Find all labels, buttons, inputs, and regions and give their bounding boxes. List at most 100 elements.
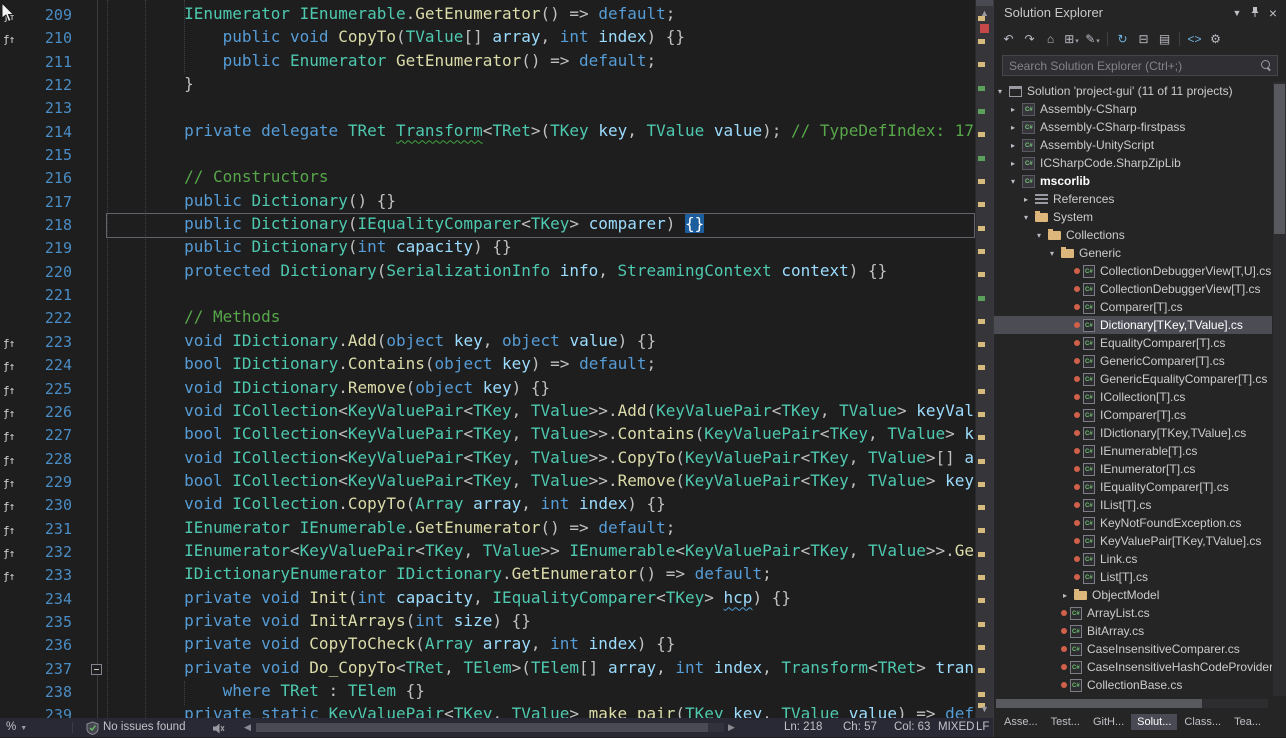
line-number[interactable]: 228 xyxy=(22,448,72,471)
code-line-225[interactable]: void IDictionary.Remove(object key) {} xyxy=(107,378,974,401)
code-line-234[interactable]: private void Init(int capacity, IEqualit… xyxy=(107,588,974,611)
tree-item[interactable]: IList[T].cs xyxy=(994,496,1272,514)
panel-tab-solut[interactable]: Solut... xyxy=(1131,714,1177,730)
panel-tab-asse[interactable]: Asse... xyxy=(998,714,1044,730)
code-editor[interactable]: ƒ↑ƒ↑ƒ↑ƒ↑ƒ↑ƒ↑ƒ↑ƒ↑ƒ↑ƒ↑ƒ↑ƒ↑ƒ↑ 2092102112122… xyxy=(0,0,975,718)
navigate-back-icon[interactable]: ↶ xyxy=(999,30,1018,48)
tree-item[interactable]: GenericComparer[T].cs xyxy=(994,352,1272,370)
code-line-214[interactable]: private delegate TRet Transform<TRet>(TK… xyxy=(107,121,974,144)
tree-item[interactable]: ▾mscorlib xyxy=(994,172,1272,190)
solution-tree[interactable]: ▾Solution 'project-gui' (11 of 11 projec… xyxy=(994,82,1272,696)
expander-icon[interactable]: ▾ xyxy=(998,87,1009,96)
line-number[interactable]: 218 xyxy=(22,214,72,237)
override-indicator-icon[interactable]: ƒ↑ xyxy=(0,500,14,513)
line-number[interactable]: 215 xyxy=(22,144,72,167)
tree-item[interactable]: Comparer[T].cs xyxy=(994,298,1272,316)
tree-item[interactable]: CaseInsensitiveHashCodeProvider.cs xyxy=(994,658,1272,676)
indent-mode-indicator[interactable]: MIXED xyxy=(938,718,974,737)
tree-item[interactable]: EqualityComparer[T].cs xyxy=(994,334,1272,352)
code-line-217[interactable]: public Dictionary() {} xyxy=(107,191,974,214)
code-line-227[interactable]: bool ICollection<KeyValuePair<TKey, TVal… xyxy=(107,424,974,447)
code-line-237[interactable]: private void Do_CopyTo<TRet, TElem>(TEle… xyxy=(107,658,974,681)
splitter-grip[interactable] xyxy=(976,0,993,6)
code-line-210[interactable]: public void CopyTo(TValue[] array, int i… xyxy=(107,27,974,50)
character-indicator[interactable]: Ch: 57 xyxy=(843,718,877,737)
code-line-220[interactable]: protected Dictionary(SerializationInfo i… xyxy=(107,261,974,284)
tree-item[interactable]: ▸Assembly-UnityScript xyxy=(994,136,1272,154)
tree-item[interactable]: GenericEqualityComparer[T].cs xyxy=(994,370,1272,388)
search-box[interactable] xyxy=(1002,55,1278,77)
panel-vertical-scrollbar[interactable] xyxy=(1273,82,1286,696)
line-number[interactable]: 233 xyxy=(22,564,72,587)
override-indicator-icon[interactable]: ƒ↑ xyxy=(0,33,14,46)
tree-item[interactable]: ▾System xyxy=(994,208,1272,226)
override-indicator-icon[interactable]: ƒ↑ xyxy=(0,570,14,583)
line-number[interactable]: 235 xyxy=(22,611,72,634)
code-line-213[interactable] xyxy=(107,97,974,120)
expander-icon[interactable]: ▾ xyxy=(1011,177,1022,186)
close-icon[interactable]: × xyxy=(1266,6,1280,20)
line-number[interactable]: 212 xyxy=(22,74,72,97)
code-line-219[interactable]: public Dictionary(int capacity) {} xyxy=(107,237,974,260)
override-indicator-icon[interactable]: ƒ↑ xyxy=(0,454,14,467)
tree-item[interactable]: BitArray.cs xyxy=(994,622,1272,640)
code-line-230[interactable]: void ICollection.CopyTo(Array array, int… xyxy=(107,494,974,517)
code-line-229[interactable]: bool ICollection<KeyValuePair<TKey, TVal… xyxy=(107,471,974,494)
override-indicator-icon[interactable]: ƒ↑ xyxy=(0,360,14,373)
pending-filter-icon[interactable]: ✎▾ xyxy=(1083,30,1102,48)
line-number[interactable]: 211 xyxy=(22,51,72,74)
window-options-icon[interactable]: ▼ xyxy=(1230,6,1244,20)
tree-item[interactable]: ▸References xyxy=(994,190,1272,208)
mute-notifications-icon[interactable] xyxy=(212,722,225,738)
tree-item[interactable]: ▾Solution 'project-gui' (11 of 11 projec… xyxy=(994,82,1272,100)
tree-item[interactable]: CaseInsensitiveComparer.cs xyxy=(994,640,1272,658)
code-line-232[interactable]: IEnumerator<KeyValuePair<TKey, TValue>> … xyxy=(107,541,974,564)
navigate-forward-icon[interactable]: ↷ xyxy=(1020,30,1039,48)
expander-icon[interactable]: ▾ xyxy=(1037,231,1048,240)
tree-item[interactable]: KeyValuePair[TKey,TValue].cs xyxy=(994,532,1272,550)
tree-item[interactable]: IEnumerable[T].cs xyxy=(994,442,1272,460)
line-ending-indicator[interactable]: LF xyxy=(976,718,989,737)
override-indicator-icon[interactable]: ƒ↑ xyxy=(0,430,14,443)
line-number[interactable]: 219 xyxy=(22,237,72,260)
sync-active-document-icon[interactable]: ↻ xyxy=(1113,30,1132,48)
panel-vscroll-thumb[interactable] xyxy=(1274,84,1285,234)
home-icon[interactable]: ⌂ xyxy=(1041,30,1060,48)
tree-item[interactable]: List[T].cs xyxy=(994,568,1272,586)
zoom-control[interactable]: %▼ xyxy=(6,718,27,738)
code-line-231[interactable]: IEnumerator IEnumerable.GetEnumerator() … xyxy=(107,518,974,541)
tree-item[interactable]: CollectionBase.cs xyxy=(994,676,1272,694)
tree-item[interactable]: ▸ObjectModel xyxy=(994,586,1272,604)
panel-title[interactable]: Solution Explorer ▼ × xyxy=(994,0,1286,26)
view-code-icon[interactable]: <> xyxy=(1185,30,1204,48)
tree-item[interactable]: ▸Assembly-CSharp xyxy=(994,100,1272,118)
panel-horizontal-scrollbar[interactable] xyxy=(996,699,1268,708)
code-lines[interactable]: IEnumerator IEnumerable.GetEnumerator() … xyxy=(107,4,974,718)
line-number[interactable]: 210 xyxy=(22,27,72,50)
line-number[interactable]: 222 xyxy=(22,307,72,330)
override-indicator-icon[interactable]: ƒ↑ xyxy=(0,337,14,350)
editor-horizontal-scrollbar[interactable] xyxy=(256,723,724,732)
expander-icon[interactable]: ▸ xyxy=(1011,141,1022,150)
editor-vertical-scrollbar[interactable]: ▲ ▼ xyxy=(975,0,993,718)
tree-item[interactable]: IEnumerator[T].cs xyxy=(994,460,1272,478)
document-health-icon[interactable] xyxy=(86,721,99,738)
panel-tab-test[interactable]: Test... xyxy=(1045,714,1086,730)
tree-item[interactable]: ICollection[T].cs xyxy=(994,388,1272,406)
expander-icon[interactable]: ▸ xyxy=(1024,195,1035,204)
hscroll-right-arrow-icon[interactable]: ▶ xyxy=(728,718,735,737)
line-number[interactable]: 232 xyxy=(22,541,72,564)
line-number[interactable]: 213 xyxy=(22,97,72,120)
pin-icon[interactable] xyxy=(1248,6,1262,20)
tree-item[interactable]: ▸ICSharpCode.SharpZipLib xyxy=(994,154,1272,172)
line-number[interactable]: 217 xyxy=(22,191,72,214)
scroll-down-arrow-icon[interactable]: ▼ xyxy=(976,703,993,715)
line-number[interactable]: 238 xyxy=(22,681,72,704)
line-number[interactable]: 221 xyxy=(22,284,72,307)
panel-tab-tea[interactable]: Tea... xyxy=(1228,714,1267,730)
line-number[interactable]: 223 xyxy=(22,331,72,354)
tree-item[interactable]: ▸Assembly-CSharp-firstpass xyxy=(994,118,1272,136)
code-line-215[interactable] xyxy=(107,144,974,167)
code-line-238[interactable]: where TRet : TElem {} xyxy=(107,681,974,704)
expander-icon[interactable]: ▸ xyxy=(1011,105,1022,114)
